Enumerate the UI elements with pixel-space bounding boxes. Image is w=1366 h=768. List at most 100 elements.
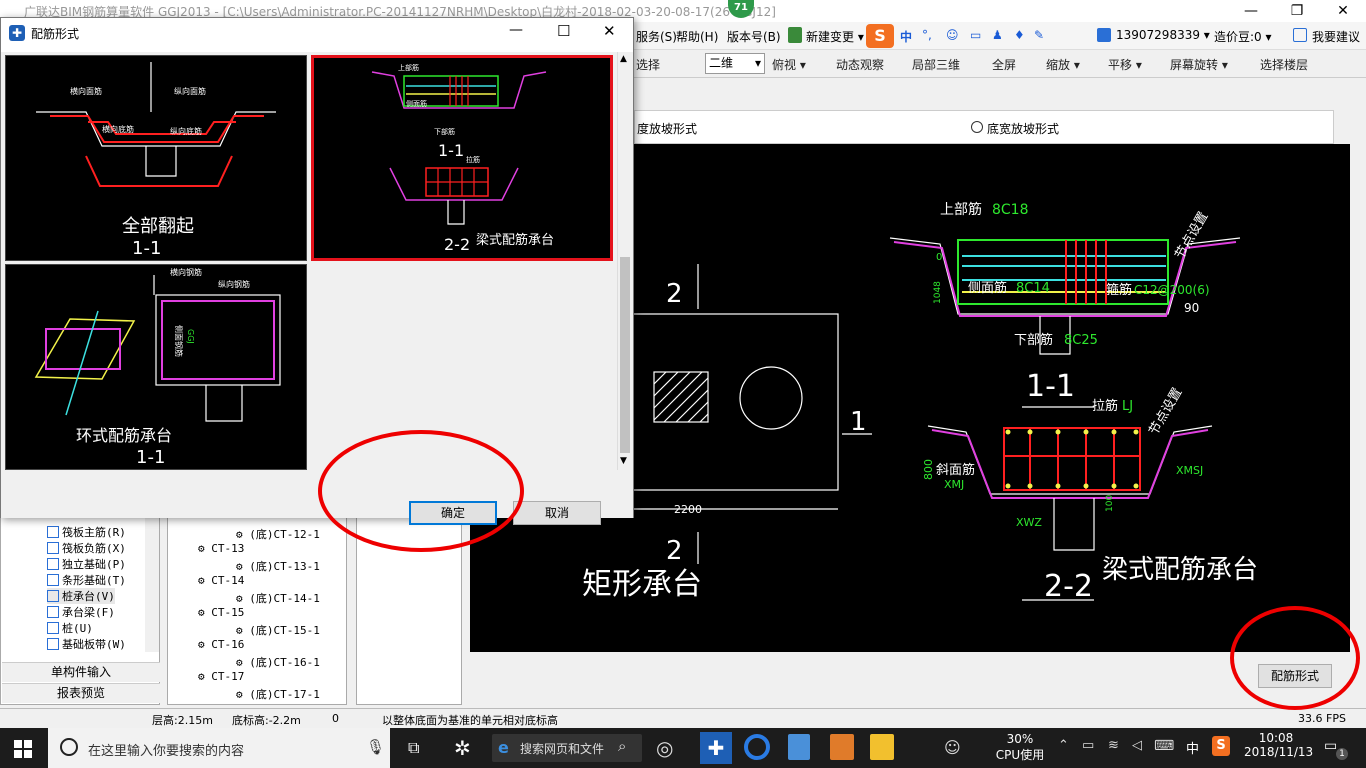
list-item[interactable]: ⚙ CT-14	[198, 574, 244, 587]
dialog-body: ▲ ▼ 横向面筋 纵向面筋 横向底筋 纵向底筋 全部翻起 1-1 上部筋 侧面筋…	[1, 52, 633, 525]
card2-title: 梁式配筋承台	[476, 232, 554, 248]
tree-item-isolated-found[interactable]: 独立基础(P)	[47, 556, 126, 572]
card-beam-cap[interactable]: 上部筋 侧面筋 下部筋 拉筋 1-1 2-2 梁式配筋承台	[311, 55, 613, 261]
ime-punct-icon[interactable]: °,	[922, 28, 932, 42]
list-item[interactable]: ⚙ (底)CT-16-1	[236, 654, 320, 670]
tool-pan[interactable]: 平移 ▾	[1108, 56, 1142, 73]
zaojia-dou[interactable]: 造价豆:0 ▾	[1214, 28, 1272, 45]
card-ring-cap[interactable]: 横向钢筋 纵向钢筋 侧面钢筋 GGJ 环式配筋承台 1-1	[5, 264, 307, 470]
list-item[interactable]: ⚙ CT-16	[198, 638, 244, 651]
tree-item-raft-main[interactable]: 筏板主筋(R)	[47, 524, 126, 540]
card2-label-top: 上部筋	[398, 63, 419, 72]
cancel-button[interactable]: 取消	[513, 501, 601, 525]
dialog-scrollbar[interactable]: ▲ ▼	[617, 52, 633, 470]
radio-bottom-width-label[interactable]: 底宽放坡形式	[987, 120, 1059, 137]
dialog-minimize-button[interactable]: —	[509, 22, 523, 38]
restore-button[interactable]: ❐	[1274, 0, 1320, 22]
notes-app-icon[interactable]	[870, 734, 894, 760]
ime-indicator[interactable]: 中	[1186, 738, 1199, 757]
menu-help[interactable]: 帮助(H)	[676, 28, 718, 45]
browser-app-icon[interactable]: ◎	[656, 736, 673, 760]
dim-90: 90	[1184, 301, 1199, 315]
slope-radio-row: 度放坡形式 底宽放坡形式	[634, 110, 1334, 144]
tree-item-cap-beam[interactable]: 承台梁(F)	[47, 604, 115, 620]
list-item[interactable]: ⚙ (底)CT-12-1	[236, 526, 320, 542]
tree-scrollbar[interactable]	[145, 516, 159, 652]
menu-new-change[interactable]: 新建变更 ▾	[806, 28, 864, 45]
files-app-icon[interactable]	[788, 734, 810, 760]
tool-topview[interactable]: 俯视 ▾	[772, 56, 806, 73]
clock-date: 2018/11/13	[1244, 745, 1314, 759]
list-item[interactable]: ⚙ CT-15	[198, 606, 244, 619]
list-item[interactable]: ⚙ (底)CT-14-1	[236, 590, 320, 606]
wifi-icon[interactable]: ≋	[1108, 738, 1119, 753]
user-phone[interactable]: 13907298339 ▾	[1116, 28, 1210, 42]
radio-bottom-width[interactable]	[971, 121, 983, 133]
pinwheel-app-icon[interactable]: ✲	[454, 736, 471, 760]
keyboard-icon[interactable]: ⌨	[1154, 738, 1174, 754]
people-icon[interactable]: ☺	[944, 738, 961, 757]
reinforcement-form-button[interactable]: 配筋形式	[1258, 664, 1332, 688]
scroll-thumb[interactable]	[620, 257, 630, 453]
ime-emoji-icon[interactable]: ☺	[946, 28, 959, 42]
tool-local-3d[interactable]: 局部三维	[912, 56, 960, 73]
found-strip-icon	[47, 638, 59, 650]
tree-item-pile[interactable]: 桩(U)	[47, 620, 93, 636]
glodon-app-icon[interactable]: ✚	[700, 732, 732, 764]
battery-icon[interactable]: ▭	[1082, 738, 1094, 753]
ime-lang[interactable]: 中	[900, 28, 912, 45]
scroll-up-icon[interactable]: ▲	[620, 54, 627, 64]
list-item[interactable]: ⚙ CT-13	[198, 542, 244, 555]
glodon-cloud-icon[interactable]	[744, 734, 770, 760]
windows-start-icon[interactable]	[14, 740, 32, 758]
tool-select-floor[interactable]: 选择楼层	[1260, 56, 1308, 73]
status-bar: 层高:2.15m 底标高:-2.2m 0 以整体底面为基准的单元相对底标高 33…	[0, 708, 1366, 728]
single-component-input-button[interactable]: 单构件输入	[2, 662, 160, 682]
dialog-maximize-button[interactable]: ☐	[557, 22, 570, 40]
toolbar-select-partial[interactable]: 选择	[636, 56, 660, 73]
taskbar-search[interactable]: 在这里输入你要搜索的内容 🎙	[48, 728, 390, 768]
list-item[interactable]: ⚙ (底)CT-17-1	[236, 686, 320, 702]
card3-label-side: 侧面钢筋	[174, 325, 184, 357]
scroll-down-icon[interactable]: ▼	[620, 456, 627, 466]
browser-search-box[interactable]: e 搜索网页和文件 ⌕	[492, 734, 642, 762]
view-mode-select[interactable]: 二维 ▾	[705, 53, 765, 74]
ime-tool-icon[interactable]: ✎	[1034, 28, 1044, 42]
menu-service[interactable]: 服务(S)	[636, 28, 677, 45]
dialog-close-button[interactable]: ✕	[603, 22, 616, 40]
menu-version[interactable]: 版本号(B)	[727, 28, 781, 45]
list-item[interactable]: ⚙ CT-17	[198, 670, 244, 683]
ime-keyboard-icon[interactable]: ▭	[970, 28, 981, 42]
close-button[interactable]: ✕	[1320, 0, 1366, 22]
tool-zoom[interactable]: 缩放 ▾	[1046, 56, 1080, 73]
sogou-tray-icon[interactable]: S	[1212, 736, 1230, 756]
clock[interactable]: 10:08 2018/11/13	[1244, 731, 1314, 759]
tree-item-label: 承台梁(F)	[62, 606, 115, 619]
suggest-link[interactable]: 我要建议	[1312, 28, 1360, 45]
tool-rotate[interactable]: 屏幕旋转 ▾	[1170, 56, 1228, 73]
card-all-flip[interactable]: 横向面筋 纵向面筋 横向底筋 纵向底筋 全部翻起 1-1	[5, 55, 307, 261]
ime-user-icon[interactable]: ♟	[992, 28, 1003, 42]
radio-slope-angle-label[interactable]: 度放坡形式	[637, 120, 697, 137]
ime-skin-icon[interactable]: ♦	[1014, 28, 1025, 42]
tree-item-strip-found[interactable]: 条形基础(T)	[47, 572, 126, 588]
task-view-icon[interactable]: ⧉	[408, 738, 419, 758]
report-preview-button[interactable]: 报表预览	[2, 683, 160, 703]
list-item[interactable]: ⚙ (底)CT-13-1	[236, 558, 320, 574]
tool-orbit[interactable]: 动态观察	[836, 56, 884, 73]
list-item[interactable]: ⚙ (底)CT-15-1	[236, 622, 320, 638]
cpu-usage[interactable]: 30% CPU使用	[990, 732, 1050, 763]
volume-icon[interactable]: ◁	[1132, 738, 1142, 753]
tree-item-found-strip[interactable]: 基础板带(W)	[47, 636, 126, 652]
pdf-app-icon[interactable]	[830, 734, 854, 760]
minimize-button[interactable]: —	[1228, 0, 1274, 22]
card2-section-bottom: 2-2	[444, 235, 470, 254]
cpu-percent: 30%	[1006, 732, 1034, 746]
tree-item-raft-neg[interactable]: 筏板负筋(X)	[47, 540, 126, 556]
chevron-up-icon[interactable]: ⌃	[1058, 738, 1069, 753]
tree-item-pile-cap[interactable]: 桩承台(V)	[47, 588, 115, 604]
ok-button[interactable]: 确定	[409, 501, 497, 525]
dialog-titlebar[interactable]: ✚ 配筋形式 — ☐ ✕	[1, 18, 633, 48]
tool-fullscreen[interactable]: 全屏	[992, 56, 1016, 73]
sogou-ime-icon[interactable]: S	[866, 24, 894, 48]
